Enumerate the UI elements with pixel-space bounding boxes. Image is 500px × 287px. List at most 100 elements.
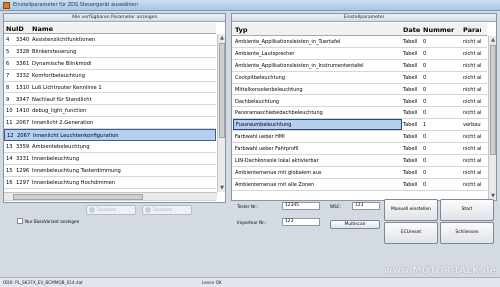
- row-nu: 15: [6, 167, 13, 174]
- row-typ: Farbwahl ueber Fahrprofil: [235, 146, 299, 153]
- table-row[interactable]: Ambiente_Applikationsleisten_in_Tuertafe…: [232, 36, 487, 48]
- all-parameters-panel: Alle verfügbaren Parameter anzeigen Nu I…: [3, 13, 226, 203]
- assign-button-right[interactable]: Zuordnen: [142, 205, 192, 215]
- table-row[interactable]: Ambiente_Applikationsleisten_in_Instrume…: [232, 60, 487, 72]
- table-row[interactable]: LIN-Dachkonsole lokal aktivierbar Tabell 0…: [232, 155, 487, 167]
- table-row[interactable]: 5 3328 Blinkersteuerung: [4, 46, 216, 58]
- row-id: 3328: [16, 48, 30, 55]
- row-nummer: 0: [423, 50, 427, 57]
- table-row[interactable]: Farbwahl ueber Fahrprofil Tabell 0 nicht ak…: [232, 143, 487, 155]
- manual-adjust-button[interactable]: Manuell einstellen: [384, 199, 438, 221]
- row-name: Dynamische Blinkmodi: [32, 60, 92, 67]
- col-typ[interactable]: Typ: [233, 26, 402, 34]
- row-id: 2067: [16, 120, 30, 127]
- col-parameter[interactable]: Parame: [463, 26, 481, 34]
- col-nu[interactable]: Nu: [6, 25, 16, 33]
- row-typ: Ambiente_Lautsprecher: [235, 50, 295, 57]
- row-nummer: 0: [423, 62, 427, 69]
- right-table-header: Typ Date Nummer Parame: [232, 23, 487, 36]
- table-row[interactable]: Panoramaschiebedachbeleuchtung Tabell 0 nic…: [232, 107, 487, 120]
- row-nummer: 0: [423, 74, 427, 81]
- wsc-field[interactable]: 123: [352, 202, 380, 210]
- ecu-reset-button[interactable]: ECUreset: [384, 222, 438, 244]
- row-nummer: 0: [423, 181, 427, 188]
- col-id[interactable]: ID: [16, 25, 30, 33]
- table-row[interactable]: Ambiente_Lautsprecher Tabell 0 nicht akti: [232, 48, 487, 60]
- row-id: 3331: [16, 156, 30, 162]
- row-typ: Panoramaschiebedachbeleuchtung: [235, 110, 323, 117]
- table-row[interactable]: Ambientemenue mit alle Zonen Tabell 0 nicht…: [232, 179, 487, 191]
- row-name: Ambientebeleuchtung: [32, 144, 90, 151]
- col-name[interactable]: Name: [32, 25, 202, 33]
- row-name: Blinkersteuerung: [32, 48, 77, 55]
- left-table-header: Nu ID Name: [4, 23, 216, 34]
- row-nummer: 0: [423, 169, 427, 176]
- table-row[interactable]: 4 3340 Assistenzlichtfunktionen: [4, 34, 216, 46]
- table-row[interactable]: 12 2067 Innenlicht Leuchtenkonfiguration: [4, 129, 216, 142]
- main-client-area: Alle verfügbaren Parameter anzeigen Nu I…: [0, 11, 500, 277]
- table-row[interactable]: Cockpitbeleuchtung Tabell 0 nicht akti: [232, 72, 487, 84]
- row-id: 1297: [16, 179, 30, 186]
- row-id: 3361: [16, 60, 30, 67]
- row-name: Innenlicht Leuchtenkonfiguration: [33, 133, 119, 140]
- col-nummer[interactable]: Nummer: [423, 26, 461, 34]
- table-row[interactable]: 15 1296 Innenbeleuchtung Tasterdimmung: [4, 165, 216, 177]
- row-typ: Fussraumbeleuchtung: [233, 119, 402, 131]
- app-icon: [3, 2, 10, 9]
- row-typ: Ambientemenue mit globalem aus: [235, 169, 322, 176]
- table-row[interactable]: Mittelkonsolenbeleuchtung Tabell 0 nicht ak…: [232, 84, 487, 96]
- row-nu: 16: [6, 179, 13, 186]
- row-name: Komfortbeleuchtung: [32, 72, 85, 79]
- row-name: Innenlicht 2.Generation: [32, 120, 94, 127]
- table-row[interactable]: 10 1410 debug_light_function: [4, 105, 216, 118]
- row-nummer: 1: [423, 122, 427, 129]
- status-mode: Lesen OK: [202, 280, 222, 285]
- row-nu: 10: [6, 108, 13, 115]
- row-typ: Dachbeleuchtung: [235, 98, 280, 105]
- row-nu: 6: [6, 60, 10, 67]
- table-row[interactable]: 9 3347 Nachlauf für Standlicht: [4, 94, 216, 106]
- left-vertical-scrollbar[interactable]: ▲ ▼: [217, 34, 225, 192]
- hscroll-thumb[interactable]: [13, 194, 143, 200]
- scroll-up-icon[interactable]: ▲: [218, 34, 226, 42]
- row-parameter: nicht akti: [463, 98, 481, 105]
- close-button[interactable]: Schliessen: [440, 222, 494, 244]
- row-parameter: nicht akti: [463, 86, 481, 93]
- table-row[interactable]: 13 3359 Ambientebeleuchtung: [4, 141, 216, 153]
- row-nummer: 0: [423, 39, 427, 45]
- scroll-down-icon[interactable]: ▼: [218, 184, 226, 192]
- row-parameter: nicht akti: [463, 74, 481, 81]
- all-parameters-header: Alle verfügbaren Parameter anzeigen: [4, 14, 225, 22]
- base-variant-checkbox[interactable]: [17, 218, 23, 224]
- table-row[interactable]: 8 1310 Luß Lichtrouter Kennlinie 1: [4, 82, 216, 94]
- table-row[interactable]: 14 3331 Innenbeleuchtung: [4, 153, 216, 165]
- col-date[interactable]: Date: [403, 26, 421, 34]
- row-name: Assistenzlichtfunktionen: [32, 37, 96, 43]
- table-row[interactable]: 16 1297 Innenbeleuchtung Hochdimmen: [4, 177, 216, 189]
- assign-button-left[interactable]: Zuordnen: [86, 205, 136, 215]
- row-date: Tabell: [403, 134, 418, 141]
- scroll-thumb[interactable]: [219, 43, 225, 138]
- multiscan-button[interactable]: Multiscan: [330, 220, 380, 229]
- table-row[interactable]: 11 2067 Innenlicht 2.Generation: [4, 117, 216, 130]
- importeur-number-field[interactable]: 123: [282, 218, 320, 226]
- table-row[interactable]: Fussraumbeleuchtung Tabell 1 verbaut: [232, 119, 487, 132]
- start-button[interactable]: Start: [440, 199, 494, 221]
- table-row[interactable]: Farbwahl ueber HMI Tabell 0 nicht akti: [232, 131, 487, 144]
- right-vertical-scrollbar[interactable]: ▲ ▼: [488, 36, 496, 200]
- table-row[interactable]: Ambientemenue mit globalem aus Tabell 0 nic…: [232, 167, 487, 179]
- assign-icon: [145, 207, 151, 213]
- table-row[interactable]: 6 3361 Dynamische Blinkmodi: [4, 58, 216, 70]
- assign-icon: [89, 207, 95, 213]
- scroll-thumb[interactable]: [490, 45, 496, 155]
- row-nummer: 0: [423, 158, 427, 164]
- table-row[interactable]: 7 3332 Komfortbeleuchtung: [4, 70, 216, 82]
- row-date: Tabell: [403, 181, 418, 188]
- table-row[interactable]: Dachbeleuchtung Tabell 0 nicht akti: [232, 96, 487, 108]
- tester-number-field[interactable]: 12345: [282, 202, 320, 210]
- row-nu: 9: [6, 96, 10, 103]
- row-date: Tabell: [403, 98, 418, 105]
- scroll-up-icon[interactable]: ▲: [489, 36, 496, 44]
- row-name: Innenbeleuchtung Tasterdimmung: [32, 167, 121, 174]
- left-horizontal-scrollbar[interactable]: [4, 192, 217, 200]
